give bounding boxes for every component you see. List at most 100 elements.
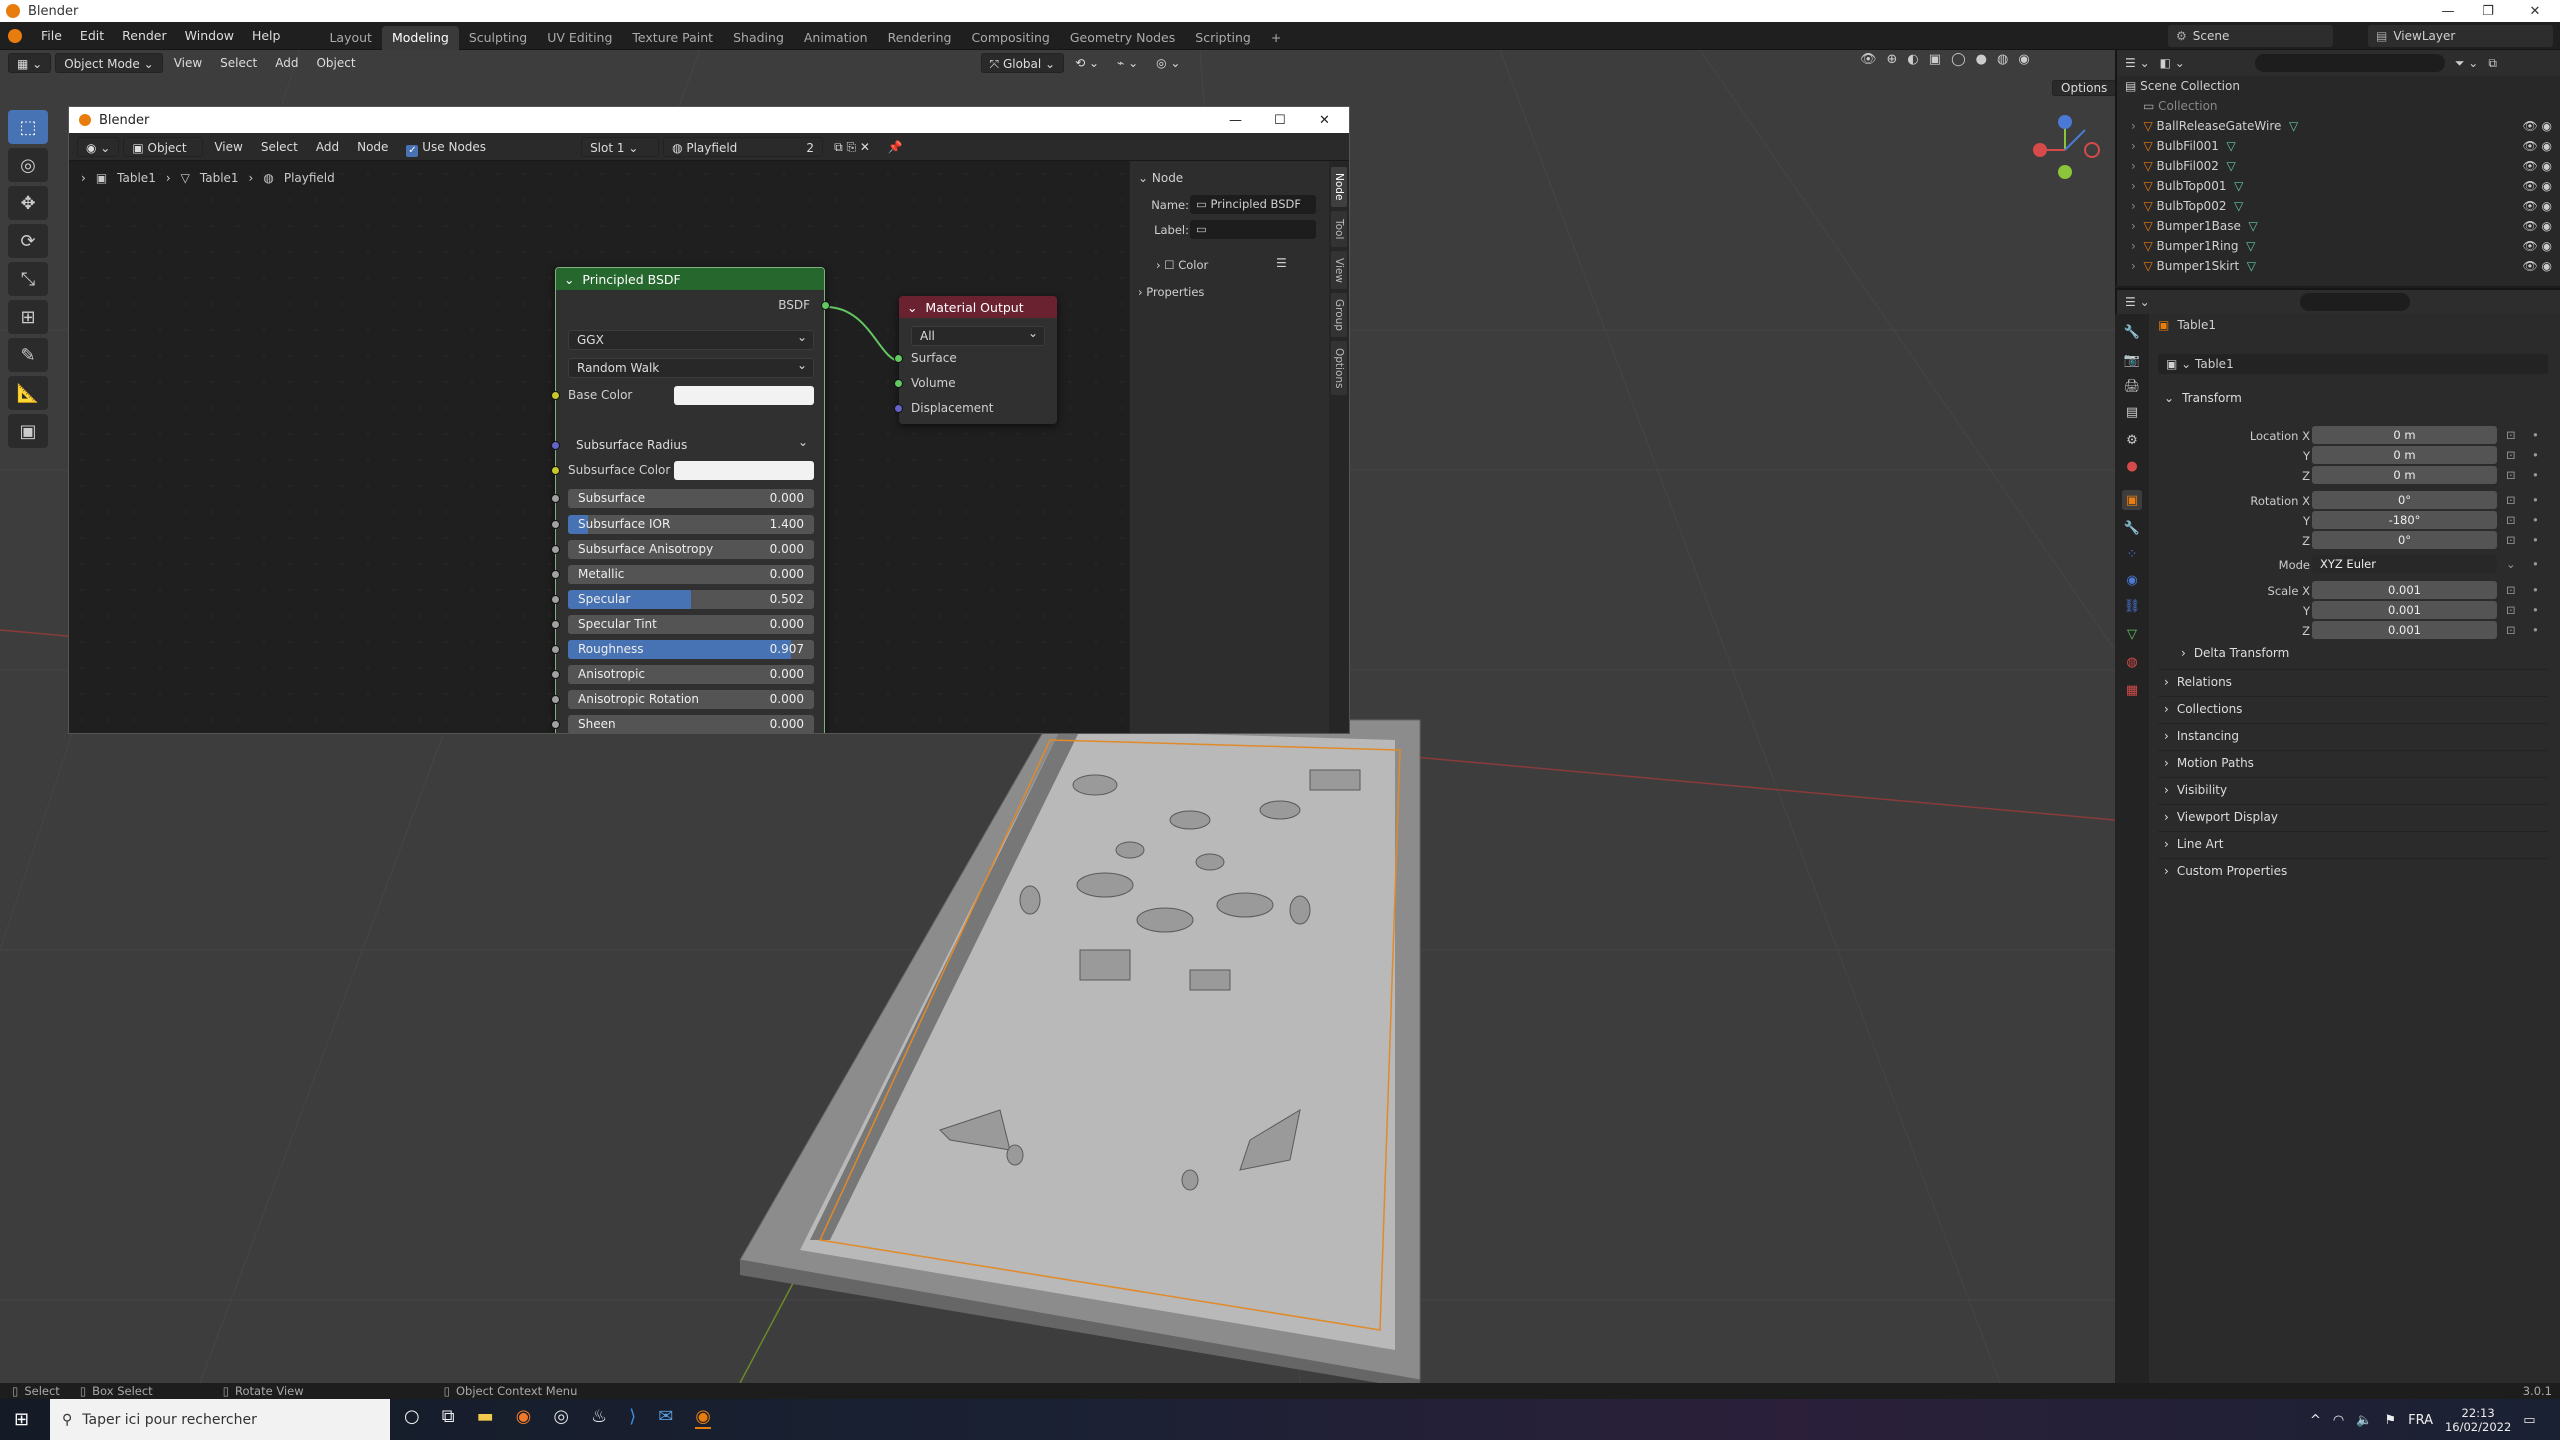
panel-motion-paths[interactable]: › Motion Paths — [2158, 750, 2548, 774]
location-y-field[interactable]: 0 m — [2312, 446, 2497, 464]
constraints-tab-icon[interactable]: ⛓ — [2122, 596, 2142, 616]
rendered-shading-icon[interactable]: ◉ — [2018, 52, 2029, 67]
visibility-icon[interactable]: 👁 ◉ — [2522, 119, 2552, 133]
bsdf-field-subsurface-ior[interactable]: Subsurface IOR 1.400 — [568, 515, 814, 534]
panel-line-art[interactable]: › Line Art — [2158, 831, 2548, 855]
menu-help[interactable]: Help — [243, 22, 290, 50]
bsdf-input-socket[interactable] — [551, 670, 560, 679]
bsdf-input-socket[interactable] — [551, 570, 560, 579]
transform-panel-header[interactable]: ⌄ Transform — [2158, 386, 2548, 410]
visibility-icon[interactable]: 👁 — [1860, 52, 1877, 67]
bsdf-field-subsurface-anisotropy[interactable]: Subsurface Anisotropy 0.000 — [568, 540, 814, 559]
menu-file[interactable]: File — [32, 22, 71, 50]
bsdf-input-socket[interactable] — [551, 545, 560, 554]
volume-icon[interactable]: 🔈 — [2356, 1413, 2372, 1428]
panel-custom-properties[interactable]: › Custom Properties — [2158, 858, 2548, 882]
tab-node[interactable]: Node — [1331, 167, 1347, 207]
steam-icon[interactable]: ♨ — [591, 1406, 607, 1429]
object-tab-icon[interactable]: ▣ — [2122, 490, 2142, 510]
world-tab-icon[interactable]: ● — [2122, 456, 2142, 476]
keyframe-icon[interactable]: • — [2532, 468, 2539, 482]
node-editor-type-icon[interactable]: ◉ ⌄ — [77, 136, 120, 157]
expand-icon[interactable]: › — [2131, 259, 2136, 273]
tool-tab-icon[interactable]: 🔧 — [2122, 322, 2142, 342]
keyframe-icon[interactable]: • — [2532, 448, 2539, 462]
lock-icon[interactable]: ⊡ — [2506, 468, 2516, 482]
viewport-menu-select[interactable]: Select — [213, 53, 264, 73]
tab-animation[interactable]: Animation — [794, 26, 878, 50]
output-node-header[interactable]: ⌄ Material Output — [899, 296, 1057, 318]
render-tab-icon[interactable]: 📷 — [2122, 350, 2142, 370]
add-workspace-icon[interactable]: + — [1261, 26, 1291, 50]
keyframe-icon[interactable]: • — [2532, 428, 2539, 442]
material-actions-icon[interactable]: ⧉ ⎘ ✕ — [827, 137, 877, 157]
bsdf-field-anisotropic[interactable]: Anisotropic 0.000 — [568, 665, 814, 684]
options-button[interactable]: Options — [2052, 78, 2117, 98]
display-mode-icon[interactable]: ◧ ⌄ — [2160, 56, 2185, 70]
scale-x-field[interactable]: 0.001 — [2312, 581, 2497, 599]
keyframe-icon[interactable]: • — [2532, 557, 2539, 571]
visibility-icon[interactable]: 👁 ◉ — [2522, 219, 2552, 233]
node-minimize-icon[interactable]: — — [1229, 113, 1242, 128]
expand-icon[interactable]: › — [2131, 219, 2136, 233]
firefox-icon[interactable]: ◉ — [516, 1406, 532, 1429]
bsdf-field-metallic[interactable]: Metallic 0.000 — [568, 565, 814, 584]
visibility-icon[interactable]: 👁 ◉ — [2522, 159, 2552, 173]
bsdf-input-socket[interactable] — [551, 520, 560, 529]
blender-taskbar-icon[interactable]: ◉ — [695, 1406, 712, 1429]
windows-start-icon[interactable]: ⊞ — [14, 1409, 29, 1430]
output-tab-icon[interactable]: 🖨 — [2122, 376, 2142, 396]
tab-rendering[interactable]: Rendering — [878, 26, 962, 50]
gizmo-icon[interactable]: ⊕ — [1887, 52, 1898, 67]
bsdf-output-socket[interactable] — [821, 301, 830, 310]
tab-view[interactable]: View — [1331, 251, 1347, 289]
keyframe-icon[interactable]: • — [2532, 623, 2539, 637]
tab-compositing[interactable]: Compositing — [961, 26, 1059, 50]
select-box-icon[interactable]: ⬚ — [8, 110, 48, 144]
tray-chevron-icon[interactable]: ^ — [2310, 1413, 2321, 1428]
lock-icon[interactable]: ⊡ — [2506, 513, 2516, 527]
bsdf-input-socket[interactable] — [551, 595, 560, 604]
flag-icon[interactable]: ⚑ — [2384, 1413, 2396, 1428]
expand-icon[interactable]: › — [2131, 199, 2136, 213]
keyframe-icon[interactable]: • — [2532, 513, 2539, 527]
panel-viewport-display[interactable]: › Viewport Display — [2158, 804, 2548, 828]
properties-search-input[interactable] — [2299, 293, 2410, 311]
node-canvas[interactable]: › ▣ Table1 › ▽ Table1 › ◍ Playfield ⌄ Pr… — [69, 161, 1129, 733]
add-cube-icon[interactable]: ▣ — [8, 414, 48, 448]
node-maximize-icon[interactable]: ☐ — [1274, 113, 1286, 128]
filter-icon[interactable]: ⏷ ⌄ — [2455, 56, 2478, 71]
subsurface-radius-dropdown[interactable]: Subsurface Radius — [568, 433, 814, 456]
subsurface-color-socket[interactable] — [551, 466, 560, 475]
close-icon[interactable]: ✕ — [2515, 0, 2555, 22]
lock-icon[interactable]: ⊡ — [2506, 603, 2516, 617]
snap-icon[interactable]: ⌁ ⌄ — [1110, 53, 1145, 73]
visibility-icon[interactable]: 👁 ◉ — [2522, 259, 2552, 273]
outliner-row-object[interactable]: › ▽ BulbFil002 ▽ 👁 ◉ — [2117, 156, 2560, 176]
viewport-menu-object[interactable]: Object — [309, 53, 362, 73]
solid-shading-icon[interactable]: ● — [1976, 52, 1987, 67]
menu-window[interactable]: Window — [176, 22, 243, 50]
lock-icon[interactable]: ⊡ — [2506, 448, 2516, 462]
pivot-icon[interactable]: ⟲ ⌄ — [1068, 53, 1106, 73]
editor-type-icon[interactable]: ▦ ⌄ — [8, 53, 52, 73]
bsdf-node-header[interactable]: ⌄ Principled BSDF — [556, 268, 824, 290]
material-tab-icon[interactable]: ◍ — [2122, 652, 2142, 672]
dropdown-icon[interactable]: ⌄ — [2506, 557, 2516, 571]
tab-modeling[interactable]: Modeling — [381, 25, 459, 50]
subsurface-color-swatch[interactable] — [674, 461, 814, 480]
node-menu-select[interactable]: Select — [254, 137, 305, 157]
data-tab-icon[interactable]: ▽ — [2122, 624, 2142, 644]
view-layer-selector[interactable]: ▤ ViewLayer — [2368, 25, 2553, 47]
base-color-socket[interactable] — [551, 391, 560, 400]
keyframe-icon[interactable]: • — [2532, 493, 2539, 507]
expand-icon[interactable]: › — [2131, 139, 2136, 153]
expand-icon[interactable]: › — [2131, 179, 2136, 193]
rotation-mode-field[interactable]: XYZ Euler — [2312, 555, 2497, 573]
node-properties-panel[interactable]: › Properties — [1138, 285, 1204, 299]
visibility-icon[interactable]: 👁 ◉ — [2522, 199, 2552, 213]
blender-menu-icon[interactable] — [8, 28, 22, 43]
bsdf-field-anisotropic-rotation[interactable]: Anisotropic Rotation 0.000 — [568, 690, 814, 709]
task-view-icon[interactable]: ⧉ — [442, 1406, 455, 1429]
tab-scripting[interactable]: Scripting — [1185, 26, 1261, 50]
